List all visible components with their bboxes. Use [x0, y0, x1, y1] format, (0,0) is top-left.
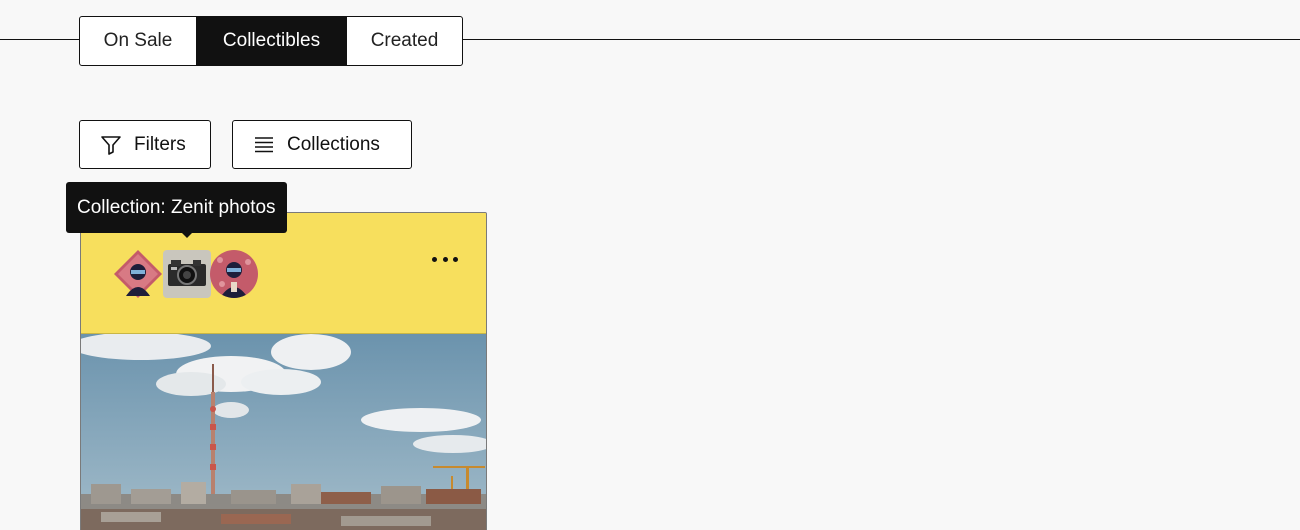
filter-funnel-icon [100, 134, 122, 156]
list-lines-icon [253, 134, 275, 156]
collection-tooltip: Collection: Zenit photos [66, 182, 287, 233]
tab-bar: On Sale Collectibles Created [79, 16, 463, 66]
filters-button-label: Filters [134, 133, 186, 155]
camera-avatar[interactable] [163, 250, 211, 298]
collections-button[interactable]: Collections [232, 120, 412, 169]
tab-created[interactable]: Created [346, 17, 462, 65]
tab-on-sale[interactable]: On Sale [80, 17, 196, 65]
tooltip-arrow [180, 231, 194, 238]
tab-collectibles[interactable]: Collectibles [196, 17, 346, 65]
filters-button[interactable]: Filters [79, 120, 211, 169]
collectible-card[interactable] [80, 212, 487, 530]
creator-avatar-diamond[interactable] [114, 250, 162, 298]
more-options-icon[interactable] [432, 249, 458, 269]
collections-button-label: Collections [287, 133, 380, 155]
collectible-image[interactable] [81, 332, 486, 530]
owner-avatar-round[interactable] [210, 250, 258, 298]
page: On Sale Collectibles Created Filters Col… [0, 0, 1300, 530]
